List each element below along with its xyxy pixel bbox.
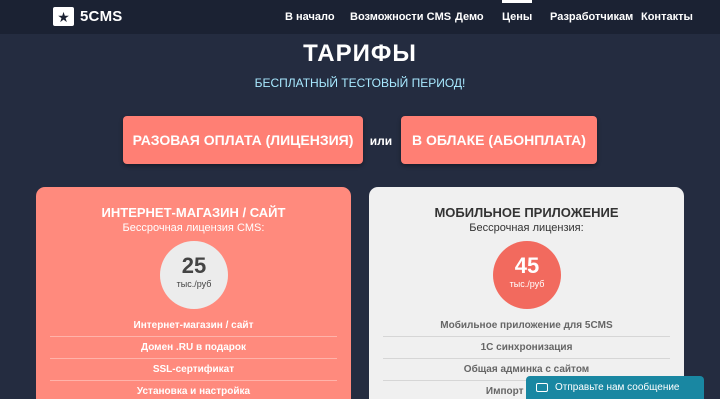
nav-item-contacts[interactable]: Контакты [641, 0, 693, 34]
page-title: ТАРИФЫ [303, 40, 417, 67]
nav-item-prices[interactable]: Цены [502, 0, 533, 34]
price-unit: тыс./руб [176, 279, 212, 289]
logo-text: 5CMS [80, 8, 123, 25]
top-navbar: ★ 5CMS В начало Возможности CMS Демо Цен… [0, 0, 720, 34]
nav-item-demo[interactable]: Демо [455, 0, 484, 34]
pricing-card-shop: ИНТЕРНЕТ-МАГАЗИН / САЙТ Бессрочная лицен… [36, 187, 351, 399]
card-title: МОБИЛЬНОЕ ПРИЛОЖЕНИЕ [434, 205, 619, 220]
price-value: 25 [181, 253, 207, 278]
logo[interactable]: ★ 5CMS [53, 7, 122, 26]
price-circle: 45 тыс./руб [493, 241, 561, 309]
page-subtitle: БЕСПЛАТНЫЙ ТЕСТОВЫЙ ПЕРИОД! [254, 76, 466, 90]
feature-item: Установка и настройка [50, 381, 337, 399]
card-title: ИНТЕРНЕТ-МАГАЗИН / САЙТ [101, 205, 286, 220]
nav-item-features[interactable]: Возможности CMS [350, 0, 451, 34]
feature-item: Домен .RU в подарок [50, 337, 337, 359]
pricing-card-mobile: МОБИЛЬНОЕ ПРИЛОЖЕНИЕ Бессрочная лицензия… [369, 187, 684, 399]
card-subtitle: Бессрочная лицензия CMS: [122, 222, 265, 234]
feature-item: 1С синхронизация [383, 337, 670, 359]
chat-icon [536, 383, 548, 392]
price-value: 45 [514, 253, 540, 278]
star-icon: ★ [53, 7, 74, 26]
license-payment-button[interactable]: РАЗОВАЯ ОПЛАТА (ЛИЦЕНЗИЯ) [123, 116, 363, 164]
feature-item: SSL-сертификат [50, 359, 337, 381]
or-label: или [369, 134, 393, 148]
chat-widget-button[interactable]: Отправьте нам сообщение [526, 376, 704, 399]
nav-item-developers[interactable]: Разработчикам [550, 0, 633, 34]
nav-item-home[interactable]: В начало [285, 0, 335, 34]
cloud-subscription-button[interactable]: В ОБЛАКЕ (АБОНПЛАТА) [401, 116, 597, 164]
price-circle: 25 тыс./руб [160, 241, 228, 309]
feature-item: Интернет-магазин / сайт [50, 315, 337, 337]
card-subtitle: Бессрочная лицензия: [469, 222, 584, 234]
price-unit: тыс./руб [509, 279, 545, 289]
chat-label: Отправьте нам сообщение [555, 382, 680, 393]
feature-item: Мобильное приложение для 5CMS [383, 315, 670, 337]
feature-list: Интернет-магазин / сайт Домен .RU в пода… [50, 315, 337, 399]
